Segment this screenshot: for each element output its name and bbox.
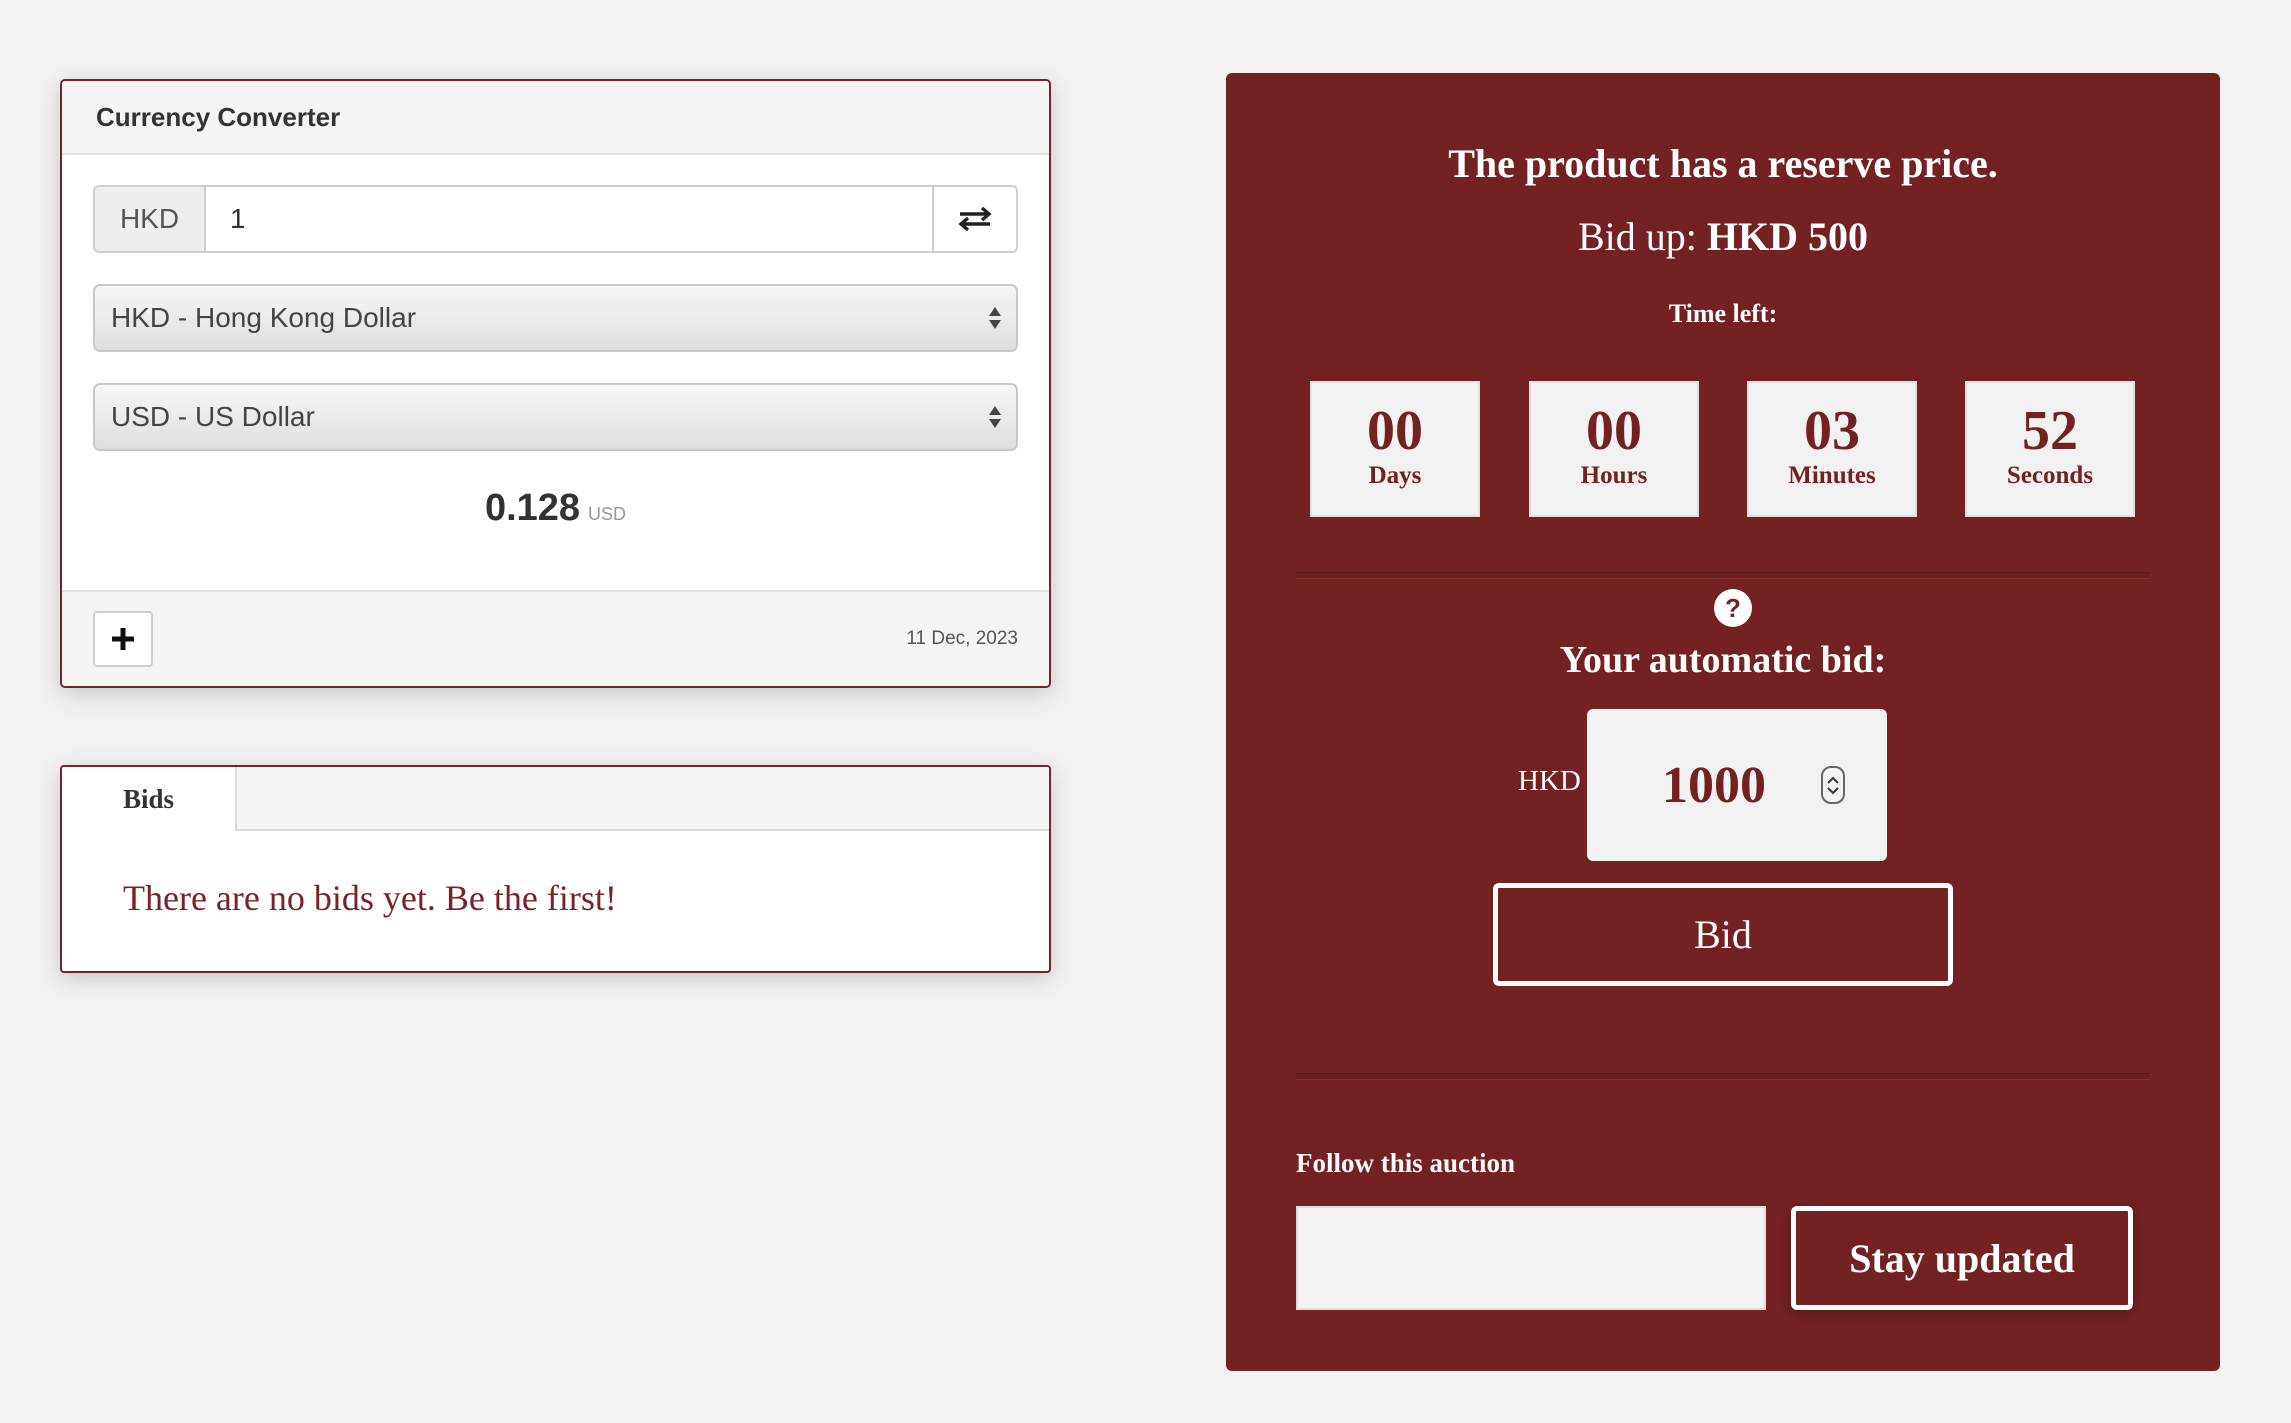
conversion-result-value: 0.128 — [484, 487, 581, 529]
bid-currency-label: HKD — [1518, 765, 1581, 797]
add-currency-button[interactable] — [93, 611, 153, 667]
countdown-days-value: 00 — [1367, 400, 1423, 462]
tab-bids[interactable]: Bids — [62, 767, 237, 831]
countdown-seconds-value: 52 — [2022, 400, 2078, 462]
countdown-seconds-label: Seconds — [2006, 462, 2094, 489]
countdown-seconds: 52 Seconds — [1965, 381, 2135, 517]
bid-up-line: Bid up: HKD 500 — [1226, 213, 2220, 260]
follow-auction-label: Follow this auction — [1296, 1148, 1516, 1178]
amount-input-group: HKD — [93, 185, 1018, 253]
swap-arrows-icon — [958, 206, 992, 232]
help-icon[interactable]: ? — [1714, 589, 1752, 627]
bid-amount-input[interactable] — [1607, 754, 1821, 816]
auction-panel: The product has a reserve price. Bid up:… — [1226, 73, 2220, 1371]
countdown-days: 00 Days — [1310, 381, 1480, 517]
countdown-hours-value: 00 — [1586, 400, 1642, 462]
countdown-hours: 00 Hours — [1529, 381, 1699, 517]
bids-panel: Bids There are no bids yet. Be the first… — [60, 765, 1051, 973]
currency-converter-footer: 11 Dec, 2023 — [62, 590, 1049, 686]
from-currency-code: HKD — [95, 187, 206, 251]
to-currency-select[interactable]: USD - US Dollar — [93, 383, 1018, 451]
countdown-minutes-label: Minutes — [1788, 462, 1876, 489]
countdown-minutes-value: 03 — [1804, 400, 1860, 462]
from-currency-select-value: HKD - Hong Kong Dollar — [111, 302, 417, 333]
automatic-bid-label: Your automatic bid: — [1559, 639, 1887, 681]
plus-icon — [112, 628, 134, 650]
currency-converter-title: Currency Converter — [62, 81, 1049, 155]
to-currency-select-value: USD - US Dollar — [111, 401, 315, 432]
sort-arrows-icon — [989, 406, 1001, 428]
countdown-hours-label: Hours — [1580, 462, 1648, 489]
no-bids-message: There are no bids yet. Be the first! — [123, 878, 617, 918]
countdown-minutes: 03 Minutes — [1747, 381, 1917, 517]
bid-button[interactable]: Bid — [1493, 883, 1953, 986]
divider — [1296, 572, 2150, 579]
bid-up-value: HKD 500 — [1706, 214, 1869, 259]
countdown-days-label: Days — [1368, 462, 1422, 489]
bid-up-prefix: Bid up: — [1577, 214, 1697, 259]
bids-tab-bar: Bids — [62, 767, 1049, 831]
chevron-down-icon — [1827, 786, 1839, 794]
currency-converter-body: HKD HKD - Hong Kong Dollar USD - US Doll… — [62, 185, 1049, 537]
stay-updated-button[interactable]: Stay updated — [1791, 1206, 2133, 1310]
conversion-result-unit: USD — [588, 504, 627, 524]
currency-converter-panel: Currency Converter HKD HKD - Hong Kong D… — [60, 79, 1051, 688]
bid-amount-stepper[interactable] — [1821, 766, 1845, 804]
from-currency-select[interactable]: HKD - Hong Kong Dollar — [93, 284, 1018, 352]
amount-input[interactable] — [206, 187, 932, 251]
reserve-price-notice: The product has a reserve price. — [1448, 141, 1998, 186]
bid-amount-field — [1587, 709, 1887, 861]
swap-currencies-button[interactable] — [932, 187, 1016, 251]
time-left-label: Time left: — [1668, 299, 1778, 328]
chevron-up-icon — [1827, 776, 1839, 784]
divider — [1296, 1073, 2150, 1080]
follow-email-input[interactable] — [1296, 1206, 1766, 1310]
conversion-result: 0.128 USD — [93, 487, 1018, 537]
sort-arrows-icon — [989, 307, 1001, 329]
rate-date: 11 Dec, 2023 — [906, 628, 1018, 649]
